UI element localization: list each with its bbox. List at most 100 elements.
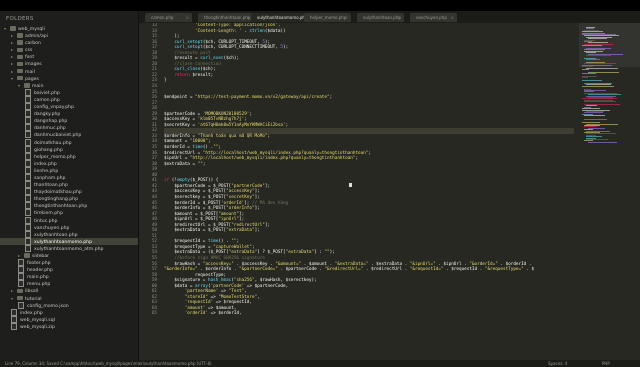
sidebar-file[interactable]: tintuc.php bbox=[0, 216, 138, 224]
sidebar-file[interactable]: giohang.php bbox=[0, 145, 138, 153]
editor-tab[interactable]: helper_momo.php × bbox=[304, 13, 351, 22]
code-token: } bbox=[164, 78, 167, 84]
minimap[interactable] bbox=[579, 23, 640, 360]
tab-bar: camon.php × thongtinthanhtoan.php × xulythan… bbox=[139, 11, 640, 23]
sidebar-file[interactable]: web_mysqli.sql bbox=[0, 315, 138, 323]
sidebar-file[interactable]: timkiem.php bbox=[0, 209, 138, 217]
code-token: "&requestId=" bbox=[409, 267, 444, 273]
close-icon[interactable]: × bbox=[345, 13, 348, 22]
sidebar-file[interactable]: dangnhap.php bbox=[0, 117, 138, 125]
sidebar-file[interactable]: xulythanhtoan.php bbox=[0, 230, 138, 238]
editor-tab[interactable]: thongtinthanhtoan.php × bbox=[198, 13, 253, 22]
close-icon[interactable]: × bbox=[247, 13, 250, 22]
close-icon[interactable]: × bbox=[398, 13, 401, 22]
folder-icon bbox=[17, 54, 23, 60]
sidebar-file[interactable]: index.php bbox=[0, 308, 138, 316]
sidebar-file[interactable]: danhmuc.php bbox=[0, 124, 138, 132]
sidebar-file[interactable]: header.php bbox=[0, 266, 138, 274]
code-token: 'klm05TvNBzhg7h7j' bbox=[197, 117, 245, 123]
code-token: return bbox=[164, 72, 190, 78]
close-icon[interactable]: × bbox=[451, 13, 454, 22]
close-icon[interactable]: × bbox=[186, 13, 189, 22]
file-icon bbox=[25, 223, 31, 231]
sidebar-folder[interactable]: ▾ web_mysqli bbox=[0, 25, 138, 32]
line-number-gutter: 13 14 15 16 17 18 19 20 21 22 23 24 25 26 27 28 29 30 31 32… bbox=[139, 23, 160, 360]
file-icon bbox=[25, 117, 31, 125]
sidebar-file[interactable]: footer.php bbox=[0, 259, 138, 267]
sidebar-folder[interactable]: ▸ mail bbox=[0, 68, 138, 75]
sidebar-folder[interactable]: ▸ css bbox=[0, 46, 138, 53]
sidebar-folder[interactable]: ▸ font bbox=[0, 53, 138, 60]
file-icon bbox=[25, 209, 31, 217]
code-token: . $ bbox=[523, 267, 535, 273]
syntax-setting[interactable]: PHP bbox=[602, 360, 610, 367]
code-token: $extraData = ($_POST[ bbox=[164, 250, 229, 256]
minimap-line bbox=[584, 115, 606, 117]
code-line[interactable]: 'orderId' => $orderId, bbox=[164, 311, 574, 317]
code-token: => $orderId, bbox=[207, 311, 242, 317]
code-token: => bbox=[218, 289, 229, 295]
editor-tab[interactable]: camon.php × bbox=[145, 13, 192, 22]
sidebar-file[interactable]: doimatkhau.php bbox=[0, 138, 138, 146]
sidebar-file[interactable]: main.php bbox=[0, 273, 138, 281]
file-icon bbox=[25, 110, 31, 118]
sidebar-file[interactable]: lienhe.php bbox=[0, 166, 138, 174]
code-area[interactable]: 'Content-Type: application/json', 'Conte… bbox=[164, 23, 574, 317]
sidebar-folder[interactable]: ▸ sidebar bbox=[0, 252, 138, 259]
code-token: ($ch, CURLOPT_CONNECTTIMEOUT, bbox=[202, 45, 281, 51]
sidebar-folder[interactable]: ▾ pages bbox=[0, 75, 138, 82]
code-token: . $requestId . bbox=[443, 267, 485, 273]
sidebar-file[interactable]: baiviet.php bbox=[0, 88, 138, 96]
sidebar-file[interactable]: sanpham.php bbox=[0, 173, 138, 181]
code-token: $requestId = bbox=[164, 239, 208, 245]
code-token: ; bbox=[355, 156, 359, 162]
sidebar-file[interactable]: vanchuyen.php bbox=[0, 223, 138, 231]
sidebar-file[interactable]: danhmucbaiviet.php bbox=[0, 131, 138, 139]
sidebar-folder[interactable]: ▾ main bbox=[0, 82, 138, 89]
sidebar-file[interactable]: thongtinthanhtoan.php bbox=[0, 202, 138, 210]
code-token: curl_setopt bbox=[164, 45, 203, 51]
code-token: "accessKey" bbox=[226, 189, 255, 195]
folder-icon bbox=[10, 26, 16, 31]
editor-tab[interactable]: xulythanhtoanmomo.php × bbox=[251, 13, 306, 22]
code-token: strlen bbox=[249, 28, 265, 34]
code-editor[interactable]: 13 14 15 16 17 18 19 20 21 22 23 24 25 26 27 28 29 30 31 32… bbox=[139, 23, 579, 360]
sidebar-file[interactable]: config_vnpay.php bbox=[0, 103, 138, 111]
sidebar-file[interactable]: xulythanhtoanmomo_atm.php bbox=[0, 244, 138, 252]
sidebar-file[interactable]: thaydoimatkhau.php bbox=[0, 188, 138, 196]
tab-label: xulythanhtoan.php bbox=[363, 15, 401, 20]
editor-tab[interactable]: xulythanhtoan.php × bbox=[357, 13, 404, 22]
close-icon[interactable]: × bbox=[300, 13, 303, 22]
folder-icon bbox=[17, 295, 23, 301]
code-token: $orderInfo = $_POST[ bbox=[164, 206, 227, 212]
folder-icon bbox=[17, 47, 23, 53]
sidebar-file[interactable]: dangky.php bbox=[0, 110, 138, 118]
sidebar-folder[interactable]: ▸ libsall bbox=[0, 287, 138, 294]
file-icon bbox=[25, 166, 31, 174]
code-token: ; bbox=[329, 95, 333, 101]
sidebar-file[interactable]: camon.php bbox=[0, 95, 138, 103]
code-token: ; bbox=[249, 111, 252, 117]
code-token: "&orderId=" bbox=[469, 261, 498, 267]
sidebar-file[interactable]: index.php bbox=[0, 159, 138, 167]
code-token: "secretKey" bbox=[226, 194, 255, 200]
sidebar-folder[interactable]: ▸ admin/api bbox=[0, 32, 138, 39]
code-token: $endpoint = bbox=[164, 95, 196, 101]
mouse-cursor-icon bbox=[349, 183, 352, 187]
sidebar-file[interactable]: helper_momo.php bbox=[0, 152, 138, 160]
sidebar-file[interactable]: config_momo.json bbox=[0, 301, 138, 309]
sidebar-file[interactable]: xulythanhtoanmomo.php bbox=[0, 237, 138, 245]
sidebar-folder[interactable]: ▸ carbon bbox=[0, 39, 138, 46]
indentation-setting[interactable]: Spaces: 4 bbox=[548, 360, 567, 367]
sidebar-file[interactable]: web_mysqli.zip bbox=[0, 322, 138, 330]
code-token: 'Content-Length: ' bbox=[164, 28, 242, 34]
sidebar-folder[interactable]: ▸ images bbox=[0, 60, 138, 67]
editor-tab[interactable]: vanchuyen.php × bbox=[410, 13, 457, 22]
sidebar-file[interactable]: thongtinghang.php bbox=[0, 195, 138, 203]
sidebar-file[interactable]: thanhtoan.php bbox=[0, 181, 138, 189]
sidebar-file[interactable]: menu.php bbox=[0, 280, 138, 288]
code-token: "extraData" bbox=[228, 250, 258, 256]
code-token: $secretKey = bbox=[164, 122, 198, 128]
sidebar-folder[interactable]: ▾ tutorial bbox=[0, 295, 138, 302]
code-token: ] ? $_POST[ bbox=[257, 250, 286, 256]
